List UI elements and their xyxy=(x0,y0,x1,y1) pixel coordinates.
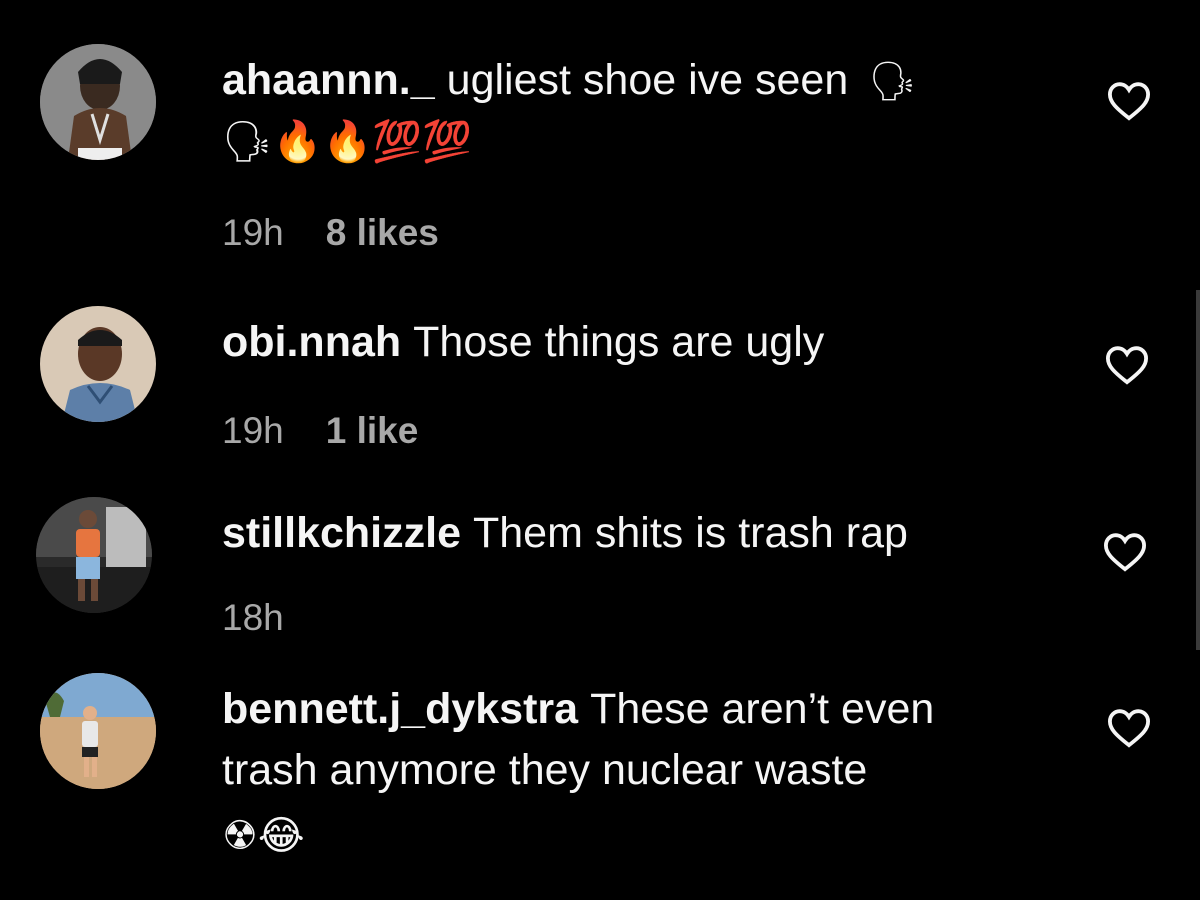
comment-emoji-line: 🗣🔥🔥💯💯 xyxy=(222,120,472,165)
comment-likes[interactable]: 1 like xyxy=(326,410,419,451)
comment-emoji-line: ☢😂 xyxy=(222,814,305,858)
heart-outline-icon[interactable] xyxy=(1102,531,1148,573)
avatar[interactable] xyxy=(40,673,156,789)
comment-username[interactable]: bennett.j_dykstra xyxy=(222,685,578,733)
comment-meta: 19h 8 likes xyxy=(222,212,439,254)
comment-body: obi.nnah Those things are ugly xyxy=(222,312,824,373)
comment-username[interactable]: obi.nnah xyxy=(222,318,401,366)
comment-text: Those things are ugly xyxy=(413,318,825,366)
comment-body: stillkchizzle Them shits is trash rap xyxy=(222,503,908,564)
comment-likes[interactable]: 8 likes xyxy=(326,212,439,253)
heart-outline-icon[interactable] xyxy=(1106,707,1152,749)
heart-outline-icon[interactable] xyxy=(1104,344,1150,386)
comment-text-line2: trash anymore they nuclear waste xyxy=(222,746,868,794)
comment-time: 19h xyxy=(222,410,284,451)
comment-time: 18h xyxy=(222,597,284,638)
comment-text: These aren’t even xyxy=(590,685,935,733)
comment-body: bennett.j_dykstra These aren’t even trash… xyxy=(222,679,934,865)
avatar[interactable] xyxy=(40,44,156,160)
comment-item: stillkchizzle Them shits is trash rap 18h xyxy=(0,485,1200,665)
avatar[interactable] xyxy=(40,306,156,422)
comment-meta: 19h 1 like xyxy=(222,410,418,452)
comment-item: ahaannn._ ugliest shoe ive seen 🗣 🗣🔥🔥💯💯 1… xyxy=(0,0,1200,280)
speaking-head-emoji: 🗣 xyxy=(868,61,917,104)
comment-body: ahaannn._ ugliest shoe ive seen 🗣 🗣🔥🔥💯💯 xyxy=(222,50,920,171)
comment-time: 19h xyxy=(222,212,284,253)
comment-username[interactable]: ahaannn._ xyxy=(222,56,435,104)
comment-username[interactable]: stillkchizzle xyxy=(222,509,461,557)
comment-meta: 18h xyxy=(222,597,284,639)
comment-item: bennett.j_dykstra These aren’t even trash… xyxy=(0,665,1200,900)
comment-text: ugliest shoe ive seen xyxy=(446,56,849,104)
comment-item: obi.nnah Those things are ugly 19h 1 like xyxy=(0,290,1200,470)
avatar[interactable] xyxy=(36,497,152,613)
heart-outline-icon[interactable] xyxy=(1106,80,1152,122)
comment-text: Them shits is trash rap xyxy=(472,509,908,557)
